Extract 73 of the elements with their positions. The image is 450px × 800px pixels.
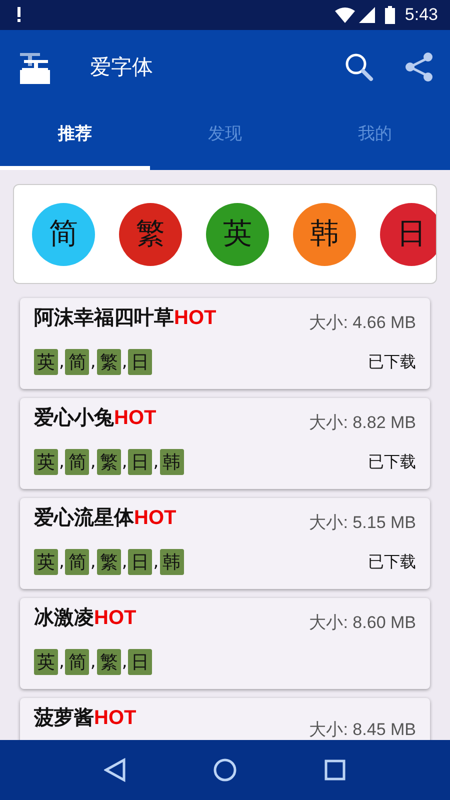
hot-label: HOT xyxy=(94,607,136,629)
font-name: 爱心流星体 xyxy=(34,505,134,529)
separator: , xyxy=(59,552,64,572)
font-card[interactable]: 爱心小兔HOT 大小: 8.82 MB 英 , 简 , 繁 , 日 , 韩 已下载 xyxy=(20,398,430,489)
file-size: 大小: 5.15 MB xyxy=(309,512,416,534)
download-status: 已下载 xyxy=(368,552,416,572)
category-button[interactable]: 繁 xyxy=(119,202,182,266)
home-icon[interactable] xyxy=(212,758,237,782)
category-button[interactable]: 日 xyxy=(380,202,436,266)
font-card[interactable]: 爱心流星体HOT 大小: 5.15 MB 英 , 简 , 繁 , 日 , 韩 已下载 xyxy=(20,498,430,589)
separator: , xyxy=(90,452,96,472)
separator: , xyxy=(59,452,64,472)
battery-icon xyxy=(384,6,395,24)
signal-icon xyxy=(358,7,375,23)
separator: , xyxy=(122,452,128,472)
separator: , xyxy=(122,352,128,372)
file-size: 大小: 4.66 MB xyxy=(309,312,416,334)
share-icon[interactable] xyxy=(404,52,434,82)
separator: , xyxy=(122,552,128,572)
language-tag: 繁 xyxy=(96,549,121,575)
search-icon[interactable] xyxy=(344,52,374,82)
language-tag: 日 xyxy=(128,449,152,475)
notification-icon xyxy=(16,7,22,23)
category-button[interactable]: 韩 xyxy=(293,202,356,266)
font-name: 冰激凌 xyxy=(34,605,94,629)
file-size: 大小: 8.45 MB xyxy=(309,718,416,740)
file-size: 大小: 8.60 MB xyxy=(309,612,416,634)
language-tag: 简 xyxy=(65,449,90,475)
language-tag: 繁 xyxy=(96,349,121,375)
download-status: 已下载 xyxy=(368,452,416,472)
separator: , xyxy=(90,652,96,672)
hot-label: HOT xyxy=(94,707,136,729)
font-name: 阿沫幸福四叶草 xyxy=(34,305,174,329)
language-tag: 简 xyxy=(65,349,90,375)
category-button[interactable]: 简 xyxy=(32,202,95,266)
font-card[interactable]: 菠萝酱HOT 大小: 8.45 MB xyxy=(20,698,430,740)
file-size: 大小: 8.82 MB xyxy=(309,412,416,434)
separator: , xyxy=(153,452,159,472)
recents-icon[interactable] xyxy=(324,759,346,781)
language-tag: 英 xyxy=(34,349,58,375)
app-title: 爱字体 xyxy=(90,54,154,81)
language-tag: 韩 xyxy=(160,449,184,475)
separator: , xyxy=(59,652,64,672)
separator: , xyxy=(59,352,64,372)
font-name: 菠萝酱 xyxy=(34,705,94,729)
separator: , xyxy=(90,352,96,372)
language-tag: 英 xyxy=(34,649,58,675)
language-tag: 日 xyxy=(128,349,152,375)
wifi-icon xyxy=(334,7,355,23)
hot-label: HOT xyxy=(174,307,216,329)
logo-icon xyxy=(18,50,52,84)
language-tag: 英 xyxy=(34,549,58,575)
font-name: 爱心小兔 xyxy=(34,405,114,429)
language-tag: 简 xyxy=(65,649,90,675)
font-card[interactable]: 冰激凌HOT 大小: 8.60 MB 英 , 简 , 繁 , 日 xyxy=(20,598,430,689)
separator: , xyxy=(90,552,96,572)
clock: 5:43 xyxy=(404,5,438,25)
font-card[interactable]: 阿沫幸福四叶草HOT 大小: 4.66 MB 英 , 简 , 繁 , 日 已下载 xyxy=(20,298,430,389)
language-tag: 日 xyxy=(128,649,152,675)
download-status: 已下载 xyxy=(368,352,416,372)
language-tag: 英 xyxy=(34,449,58,475)
back-icon[interactable] xyxy=(104,758,126,782)
language-tag: 日 xyxy=(128,549,152,575)
language-tag: 繁 xyxy=(96,449,121,475)
hot-label: HOT xyxy=(114,407,156,429)
language-tag: 繁 xyxy=(96,649,121,675)
category-button[interactable]: 英 xyxy=(206,202,269,266)
hot-label: HOT xyxy=(134,507,176,529)
separator: , xyxy=(153,552,159,572)
separator: , xyxy=(122,652,128,672)
tab[interactable]: 推荐 xyxy=(0,104,150,170)
language-tag: 韩 xyxy=(160,549,184,575)
language-tag: 简 xyxy=(65,549,90,575)
